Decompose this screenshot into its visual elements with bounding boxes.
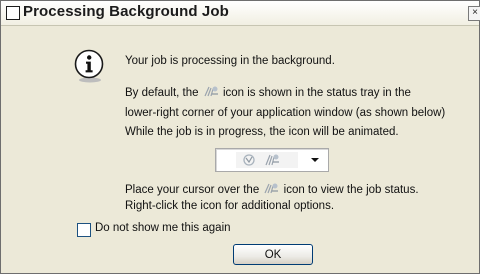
status-tray-preview bbox=[215, 148, 329, 172]
message-line-2: By default, the icon is shown in the sta… bbox=[125, 85, 411, 99]
message-line-5: Place your cursor over the icon to view … bbox=[125, 182, 419, 196]
message-line-3: lower-right corner of your application w… bbox=[125, 107, 446, 119]
dialog-title: Processing Background Job bbox=[23, 3, 229, 20]
ok-button[interactable]: OK bbox=[233, 244, 313, 265]
do-not-show-again-label[interactable]: Do not show me this again bbox=[95, 222, 231, 234]
message-line-6: Right-click the icon for additional opti… bbox=[125, 200, 335, 212]
message-line-2-prefix: By default, the bbox=[125, 87, 199, 99]
message-line-2-suffix: icon is shown in the status tray in the bbox=[222, 87, 411, 99]
title-bar[interactable]: Processing Background Job × bbox=[1, 1, 480, 26]
background-job-icon bbox=[265, 154, 279, 166]
close-button[interactable]: × bbox=[468, 6, 480, 21]
message-line-5-prefix: Place your cursor over the bbox=[125, 184, 260, 196]
message-line-5-suffix: icon to view the job status. bbox=[283, 184, 419, 196]
background-job-icon bbox=[204, 86, 218, 97]
chevron-down-icon bbox=[311, 158, 319, 162]
do-not-show-again-checkbox[interactable] bbox=[77, 223, 91, 237]
background-job-icon bbox=[264, 183, 279, 194]
message-line-1: Your job is processing in the background… bbox=[125, 55, 335, 67]
info-icon bbox=[74, 49, 104, 83]
tray-icon bbox=[243, 154, 255, 166]
title-checkbox-icon bbox=[6, 6, 20, 20]
message-line-4: While the job is in progress, the icon w… bbox=[125, 126, 399, 138]
processing-background-job-dialog: Processing Background Job × Your job is … bbox=[0, 0, 480, 274]
